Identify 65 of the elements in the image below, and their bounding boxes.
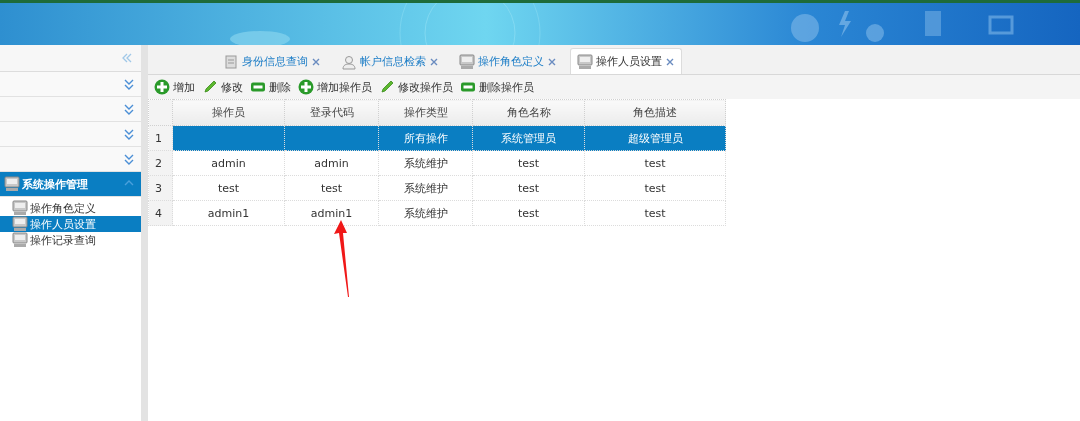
column-header[interactable]: 操作类型 (378, 99, 473, 126)
user-icon (341, 53, 357, 70)
row-number: 3 (148, 175, 173, 201)
tab[interactable]: 身份信息查询 (216, 48, 328, 74)
computer-icon (12, 200, 28, 216)
computer-icon (12, 232, 28, 248)
close-icon (547, 56, 557, 67)
table-cell: admin (284, 150, 379, 176)
pencil-icon (202, 79, 218, 95)
double-chevron-icon (123, 103, 135, 115)
table-cell: test (284, 175, 379, 201)
table-cell: admin (172, 150, 285, 176)
table-cell: test (472, 175, 585, 201)
column-header[interactable]: 操作员 (172, 99, 285, 126)
toolbar-button[interactable]: 增加操作员 (298, 79, 372, 95)
column-header[interactable]: 登录代码 (284, 99, 379, 126)
column-header[interactable]: 角色名称 (472, 99, 585, 126)
table-cell: 系统维护 (378, 150, 473, 176)
nav-item[interactable]: 操作人员设置 (0, 216, 141, 232)
double-chevron-icon (123, 128, 135, 140)
table-cell: 系统维护 (378, 200, 473, 226)
close-icon (311, 56, 321, 67)
computer-icon (4, 176, 20, 192)
table-cell: 所有操作 (378, 125, 473, 151)
document-icon (223, 53, 239, 70)
accordion-header[interactable]: 系统操作管理 (0, 172, 141, 197)
table-cell: test (584, 200, 726, 226)
accordion-header[interactable] (0, 72, 141, 97)
double-chevron-icon (123, 153, 135, 165)
toolbar-button[interactable]: 增加 (154, 79, 195, 95)
tab[interactable]: 操作人员设置 (570, 48, 682, 74)
toolbar-button[interactable]: 修改操作员 (379, 79, 453, 95)
computer-icon (12, 216, 28, 232)
table-cell: 超级管理员 (584, 125, 726, 151)
table-cell: admin1 (172, 200, 285, 226)
plus-icon (154, 79, 170, 95)
table-cell: test (172, 175, 285, 201)
double-chevron-icon (123, 78, 135, 90)
close-icon (665, 56, 675, 67)
table-cell: test (584, 150, 726, 176)
table-cell: test (472, 150, 585, 176)
toolbar-button[interactable]: 删除操作员 (460, 79, 534, 95)
toolbar-button[interactable]: 修改 (202, 79, 243, 95)
table-cell: 系统管理员 (472, 125, 585, 151)
computer-icon (459, 53, 475, 70)
section-title: 系统操作管理 (22, 176, 88, 192)
accordion-header[interactable] (0, 122, 141, 147)
plus-icon (298, 79, 314, 95)
computer-icon (577, 53, 593, 70)
table-cell: 系统维护 (378, 175, 473, 201)
toolbar-button[interactable]: 删除 (250, 79, 291, 95)
tab[interactable]: 操作角色定义 (452, 48, 564, 74)
accordion-header[interactable] (0, 147, 141, 172)
accordion-header[interactable] (0, 97, 141, 122)
row-number: 4 (148, 200, 173, 226)
pencil-icon (379, 79, 395, 95)
row-number: 2 (148, 150, 173, 176)
table-cell: test (584, 175, 726, 201)
row-number: 1 (148, 125, 173, 151)
column-header[interactable]: 角色描述 (584, 99, 726, 126)
nav-item[interactable]: 操作角色定义 (0, 200, 141, 216)
table-cell: test (472, 200, 585, 226)
nav-item[interactable]: 操作记录查询 (0, 232, 141, 248)
close-icon (429, 56, 439, 67)
tab[interactable]: 帐户信息检索 (334, 48, 446, 74)
